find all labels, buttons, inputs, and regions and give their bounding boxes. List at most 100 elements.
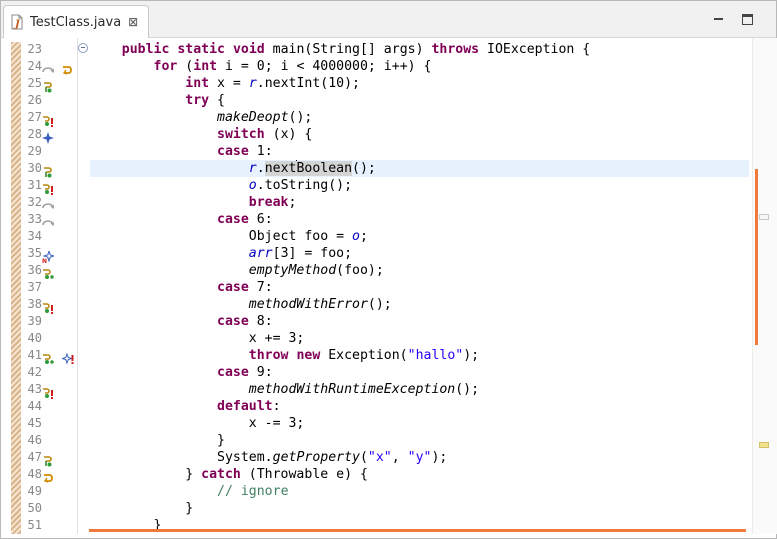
code-line[interactable]: } catch (Throwable e) { [90,466,368,483]
step-error-icon[interactable] [42,180,54,195]
code-token: Object foo = [90,229,353,244]
code-line[interactable]: public static void main(String[] args) t… [90,41,590,58]
step-into-icon[interactable] [42,452,54,467]
code-line[interactable]: makeDeopt(); [90,109,312,126]
code-token: 7: [248,280,273,295]
step-over-gray-icon[interactable] [42,214,55,227]
code-line[interactable]: methodWithRuntimeException(); [90,381,479,398]
code-token: x += 3; [90,331,305,346]
step-into-icon[interactable] [42,78,54,93]
occurrence-bottom-bar [89,529,746,532]
code-token: (); [352,161,376,176]
return-arrow-icon[interactable] [42,469,54,483]
svg-text:N: N [42,258,47,263]
step-error-icon[interactable] [42,384,54,399]
line-number: 32 [27,195,42,209]
code-token: ); [431,450,448,465]
step-into-multi-icon[interactable] [42,350,54,364]
code-line[interactable]: for (int i = 0; i < 4000000; i++) { [90,58,432,75]
step-error-icon[interactable] [42,112,54,127]
line-number: 42 [27,365,42,379]
code-line[interactable]: case 9: [90,364,273,381]
code-line[interactable]: System.getProperty("x", "y"); [90,449,447,466]
code-line[interactable]: x += 3; [90,330,305,347]
field-token: r [248,76,257,91]
folding-ruler [77,38,78,534]
code-token: } [90,501,194,516]
deopt-star-n-icon[interactable]: N [42,248,56,265]
deopt-star-icon[interactable] [42,129,54,144]
code-line[interactable]: try { [90,92,225,109]
line-number: 31 [27,178,42,192]
code-line[interactable]: o.toString(); [90,177,352,194]
overview-warning-mark[interactable] [759,442,769,448]
code-line[interactable]: Object foo = o; [90,228,368,245]
step-into-multi-icon[interactable] [42,265,54,279]
code-line[interactable]: emptyMethod(foo); [90,262,384,279]
step-over-gray-icon[interactable] [42,197,55,210]
fold-collapse-icon[interactable] [78,43,88,53]
keyword-token: void [232,42,265,57]
code-token: Exception( [320,348,408,363]
code-line[interactable]: arr[3] = foo; [90,245,352,262]
code-line[interactable]: } [90,500,193,517]
code-line[interactable]: // ignore [90,483,288,500]
occurrence-highlight: Boolean [296,161,353,176]
code-line[interactable]: break; [90,194,297,211]
code-line[interactable]: case 8: [90,313,273,330]
code-line[interactable]: } [90,432,225,449]
code-line[interactable]: case 6: [90,211,273,228]
code-line[interactable]: throw new Exception("hallo"); [90,347,479,364]
code-line[interactable]: methodWithError(); [90,296,392,313]
step-over-gray-icon[interactable] [42,61,55,74]
code-token: ; [288,195,297,210]
tab-testclass-java[interactable]: J TestClass.java ⊠ [3,5,149,38]
editor-tab-bar: J TestClass.java ⊠ [1,1,776,38]
code-line[interactable]: default: [90,398,281,415]
overview-ruler[interactable] [752,38,777,534]
code-line[interactable]: case 7: [90,279,273,296]
code-editor[interactable]: 23 public static void main(String[] args… [1,38,777,538]
keyword-token: catch [201,467,241,482]
code-line[interactable]: switch (x) { [90,126,312,143]
minimize-icon[interactable] [713,13,724,24]
static-call-token: methodWithRuntimeException [248,382,456,397]
code-token: (); [455,382,480,397]
line-number: 35 [27,246,42,260]
code-line[interactable]: x -= 3; [90,415,305,432]
static-call-token: methodWithError [248,297,368,312]
keyword-token: for [153,59,178,74]
close-tab-icon[interactable]: ⊠ [128,16,138,28]
occurrence-overview-mark[interactable] [755,169,758,345]
code-line[interactable]: r.nextBoolean(); [90,160,376,177]
line-number: 38 [27,297,42,311]
code-line[interactable]: int x = r.nextInt(10); [90,75,360,92]
code-token: x = [209,76,249,91]
keyword-token: throw [248,348,289,363]
keyword-token: case [217,280,249,295]
code-line[interactable]: case 1: [90,143,273,160]
line-number: 25 [27,76,42,90]
code-token: { [209,93,225,108]
return-arrow-icon[interactable] [61,61,73,75]
code-token: (foo); [336,263,384,278]
maximize-icon[interactable] [742,14,753,25]
keyword-token: int [185,76,210,91]
keyword-token: new [296,348,321,363]
line-number: 40 [27,331,42,345]
step-into-icon[interactable] [42,163,54,178]
step-error-icon[interactable] [42,299,54,314]
overview-annotation-mark[interactable] [759,214,769,220]
code-token: IOException { [479,42,591,57]
deopt-star-error-icon[interactable] [61,350,74,365]
change-history-stripe [11,42,21,534]
field-token: arr [248,246,273,261]
line-number: 34 [27,229,42,243]
